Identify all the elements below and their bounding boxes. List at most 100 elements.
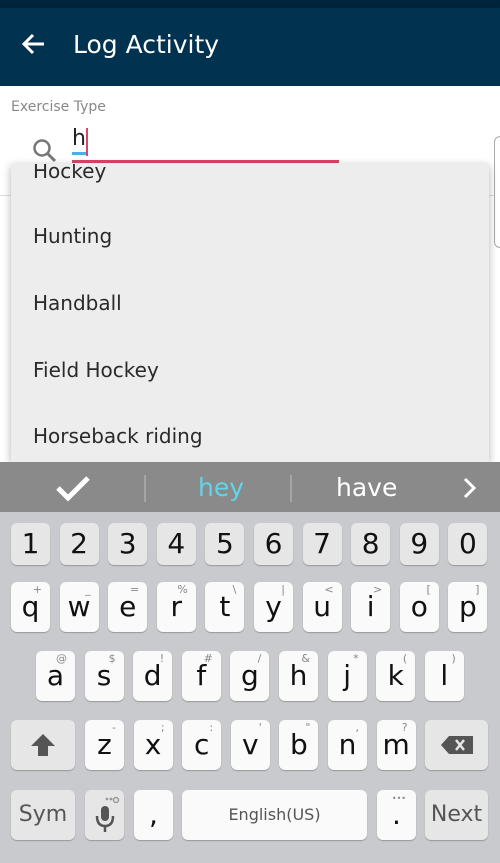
key-label: z — [97, 728, 112, 761]
key-q[interactable]: q + — [11, 582, 50, 632]
key-o[interactable]: o[ — [399, 582, 439, 632]
backspace-key[interactable] — [425, 720, 488, 770]
key-label: Sym — [18, 802, 68, 827]
key-v[interactable]: v ' — [230, 720, 270, 770]
key-hint: ) — [451, 652, 456, 665]
key-hint: ( — [402, 652, 408, 665]
key-label: l — [440, 659, 449, 692]
key-label: p — [459, 590, 477, 623]
dropdown-item-horseback-riding[interactable]: Horseback riding — [33, 424, 203, 448]
app-bar: Log Activity — [0, 8, 500, 86]
key-hint: ? — [401, 721, 408, 734]
key-label: w — [67, 590, 91, 623]
backspace-icon — [440, 736, 473, 754]
key-hint: = — [129, 583, 140, 596]
exercise-type-label: Exercise Type — [11, 99, 106, 115]
key-9[interactable]: 9 — [399, 523, 439, 565]
search-icon — [33, 139, 57, 163]
key-e[interactable]: e = — [108, 582, 148, 632]
key-label: u — [313, 590, 331, 623]
key-5[interactable]: 5 — [205, 523, 245, 565]
key-label: s — [96, 659, 112, 692]
key-8[interactable]: 8 — [351, 523, 391, 565]
key-label: q — [21, 590, 40, 623]
key-2[interactable]: 2 — [59, 523, 99, 565]
key-a[interactable]: a @ — [36, 651, 75, 701]
key-3[interactable]: 3 — [108, 523, 148, 565]
key-i[interactable]: i > — [351, 582, 391, 632]
key-d[interactable]: d! — [133, 651, 173, 701]
key-label: English(US) — [228, 805, 321, 824]
key-label: d — [143, 659, 162, 692]
key-6[interactable]: 6 — [254, 523, 293, 565]
key-u[interactable]: u < — [302, 582, 342, 632]
key-s[interactable]: s $ — [84, 651, 124, 701]
key-label: o — [410, 590, 428, 623]
suggestion-dropdown: Hockey Hunting Handball Field Hockey Hor… — [11, 164, 489, 462]
key-label: c — [193, 728, 210, 761]
key-f[interactable]: f # — [181, 651, 221, 701]
key-0[interactable]: 0 — [448, 523, 488, 565]
key-label: n — [338, 728, 357, 761]
key-m[interactable]: m? — [376, 720, 416, 770]
shift-key[interactable] — [11, 720, 75, 770]
key-label: g — [241, 659, 259, 692]
dropdown-item-hockey[interactable]: Hockey — [33, 164, 106, 183]
key-hint: [ — [426, 583, 431, 596]
shift-arrow-icon — [31, 734, 55, 756]
key-n[interactable]: n, — [328, 720, 367, 770]
next-key[interactable]: Next — [425, 790, 488, 840]
key-label: 3 — [118, 527, 137, 560]
input-value: h — [72, 126, 86, 155]
suggestion-have[interactable]: have — [336, 473, 397, 502]
key-p[interactable]: p] — [448, 582, 488, 632]
checkmark-icon[interactable] — [55, 474, 91, 502]
key-c[interactable]: c: — [182, 720, 222, 770]
key-w[interactable]: w _ — [59, 582, 99, 632]
key-r[interactable]: r% — [156, 582, 196, 632]
dropdown-item-handball[interactable]: Handball — [33, 291, 122, 315]
more-dots-icon: ••• — [391, 794, 406, 803]
period-key[interactable]: . ••• — [377, 790, 416, 840]
suggestion-bar: hey have — [0, 462, 500, 512]
key-l[interactable]: l) — [424, 651, 464, 701]
key-hint: # — [203, 652, 213, 665]
microphone-icon — [95, 796, 119, 832]
comma-key[interactable]: , — [134, 790, 173, 840]
status-bar — [0, 0, 500, 8]
key-hint: ; — [160, 721, 165, 734]
key-g[interactable]: g / — [230, 651, 270, 701]
key-y[interactable]: y | — [254, 582, 293, 632]
chevron-right-icon[interactable] — [462, 476, 478, 500]
exercise-search-input[interactable]: h — [72, 126, 339, 163]
key-label: e — [119, 590, 137, 623]
key-hint: , — [355, 721, 360, 734]
dropdown-item-field-hockey[interactable]: Field Hockey — [33, 358, 159, 382]
key-1[interactable]: 1 — [11, 523, 50, 565]
sym-key[interactable]: Sym — [11, 790, 75, 840]
key-h[interactable]: h & — [279, 651, 318, 701]
suggestion-hey[interactable]: hey — [198, 473, 244, 502]
dropdown-item-hunting[interactable]: Hunting — [33, 224, 112, 248]
key-label: f — [196, 659, 207, 692]
key-label: x — [144, 728, 162, 761]
side-card — [494, 136, 500, 248]
space-key[interactable]: English(US) — [182, 790, 367, 840]
key-hint: ! — [159, 652, 165, 665]
key-b[interactable]: b " — [279, 720, 319, 770]
key-label: 9 — [410, 527, 429, 560]
mic-key[interactable] — [85, 790, 124, 840]
key-j[interactable]: j * — [327, 651, 367, 701]
key-4[interactable]: 4 — [156, 523, 196, 565]
key-z[interactable]: z- — [85, 720, 124, 770]
key-x[interactable]: x; — [133, 720, 173, 770]
key-hint: _ — [85, 583, 91, 596]
key-7[interactable]: 7 — [302, 523, 342, 565]
key-t[interactable]: t \ — [205, 582, 245, 632]
key-hint: + — [32, 583, 42, 596]
key-hint: ' — [258, 721, 262, 734]
text-caret — [85, 128, 88, 156]
key-hint: - — [112, 721, 116, 734]
arrow-left-icon[interactable] — [20, 30, 48, 58]
key-k[interactable]: k( — [376, 651, 416, 701]
